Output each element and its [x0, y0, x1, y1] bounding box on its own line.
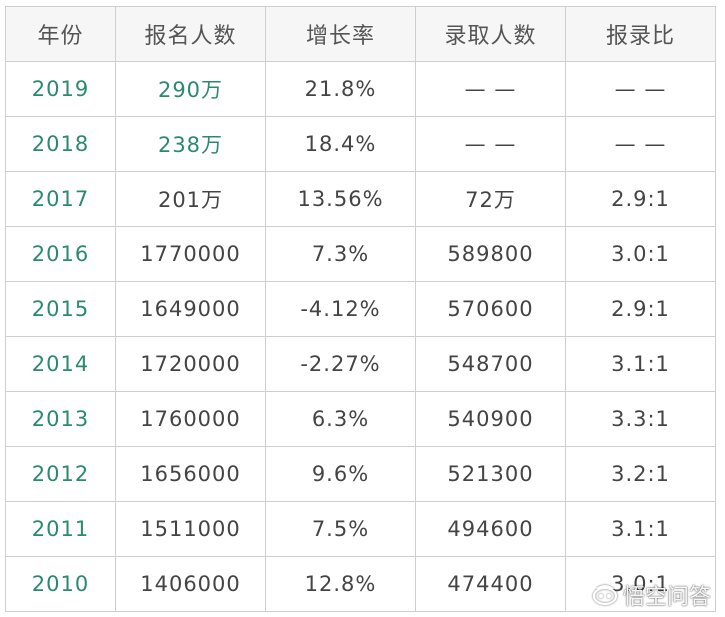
- growth-cell: 21.8%: [265, 61, 416, 117]
- admitted-cell: 548700: [415, 336, 566, 392]
- admitted-cell: 589800: [415, 226, 566, 282]
- year-cell: 2011: [5, 501, 116, 557]
- table-body: 2019 290万 21.8% — — — —2018 238万 18.4% — — — —20…: [5, 61, 716, 612]
- growth-cell: 12.8%: [265, 556, 416, 612]
- admitted-cell: 570600: [415, 281, 566, 337]
- growth-cell: 7.5%: [265, 501, 416, 557]
- ratio-cell: 3.1:1: [565, 501, 716, 557]
- table-row: 2013 1760000 6.3% 540900 3.3:1: [5, 391, 716, 447]
- column-header-ratio: 报录比: [565, 6, 716, 62]
- year-cell: 2018: [5, 116, 116, 172]
- column-header-growth: 增长率: [265, 6, 416, 62]
- table-row: 2019 290万 21.8% — — — —: [5, 61, 716, 117]
- applicants-cell: 1770000: [115, 226, 266, 282]
- ratio-cell: 3.0:1: [565, 226, 716, 282]
- table-row: 2017 201万 13.56% 72万 2.9:1: [5, 171, 716, 227]
- growth-cell: 9.6%: [265, 446, 416, 502]
- admitted-cell: — —: [415, 116, 566, 172]
- table-row: 2018 238万 18.4% — — — —: [5, 116, 716, 172]
- ratio-cell: — —: [565, 116, 716, 172]
- year-cell: 2010: [5, 556, 116, 612]
- growth-cell: -4.12%: [265, 281, 416, 337]
- growth-cell: -2.27%: [265, 336, 416, 392]
- applicants-cell: 1649000: [115, 281, 266, 337]
- growth-cell: 13.56%: [265, 171, 416, 227]
- table-row: 2010 1406000 12.8% 474400 3.0:1: [5, 556, 716, 612]
- applicants-cell: 1511000: [115, 501, 266, 557]
- ratio-cell: — —: [565, 61, 716, 117]
- year-cell: 2016: [5, 226, 116, 282]
- column-header-applicants: 报名人数: [115, 6, 266, 62]
- header-row: 年份 报名人数 增长率 录取人数 报录比: [5, 6, 716, 62]
- year-cell: 2019: [5, 61, 116, 117]
- applicants-cell: 1720000: [115, 336, 266, 392]
- data-table-container: 年份 报名人数 增长率 录取人数 报录比 2019 290万 21.8% — — — —…: [5, 6, 716, 612]
- applicants-cell: 238万: [115, 116, 266, 172]
- admitted-cell: 474400: [415, 556, 566, 612]
- admitted-cell: — —: [415, 61, 566, 117]
- table-row: 2014 1720000 -2.27% 548700 3.1:1: [5, 336, 716, 392]
- year-cell: 2013: [5, 391, 116, 447]
- ratio-cell: 2.9:1: [565, 281, 716, 337]
- table-row: 2015 1649000 -4.12% 570600 2.9:1: [5, 281, 716, 337]
- admitted-cell: 72万: [415, 171, 566, 227]
- admitted-cell: 540900: [415, 391, 566, 447]
- applicants-cell: 1406000: [115, 556, 266, 612]
- column-header-year: 年份: [5, 6, 116, 62]
- admitted-cell: 521300: [415, 446, 566, 502]
- admitted-cell: 494600: [415, 501, 566, 557]
- year-cell: 2014: [5, 336, 116, 392]
- table-row: 2012 1656000 9.6% 521300 3.2:1: [5, 446, 716, 502]
- growth-cell: 6.3%: [265, 391, 416, 447]
- admissions-table: 年份 报名人数 增长率 录取人数 报录比 2019 290万 21.8% — — — —…: [5, 6, 716, 612]
- applicants-cell: 1656000: [115, 446, 266, 502]
- ratio-cell: 2.9:1: [565, 171, 716, 227]
- year-cell: 2015: [5, 281, 116, 337]
- growth-cell: 18.4%: [265, 116, 416, 172]
- applicants-cell: 1760000: [115, 391, 266, 447]
- applicants-cell: 290万: [115, 61, 266, 117]
- year-cell: 2012: [5, 446, 116, 502]
- table-header: 年份 报名人数 增长率 录取人数 报录比: [5, 6, 716, 62]
- ratio-cell: 3.1:1: [565, 336, 716, 392]
- year-cell: 2017: [5, 171, 116, 227]
- column-header-admitted: 录取人数: [415, 6, 566, 62]
- ratio-cell: 3.0:1: [565, 556, 716, 612]
- table-row: 2016 1770000 7.3% 589800 3.0:1: [5, 226, 716, 282]
- growth-cell: 7.3%: [265, 226, 416, 282]
- applicants-cell: 201万: [115, 171, 266, 227]
- table-row: 2011 1511000 7.5% 494600 3.1:1: [5, 501, 716, 557]
- ratio-cell: 3.2:1: [565, 446, 716, 502]
- ratio-cell: 3.3:1: [565, 391, 716, 447]
